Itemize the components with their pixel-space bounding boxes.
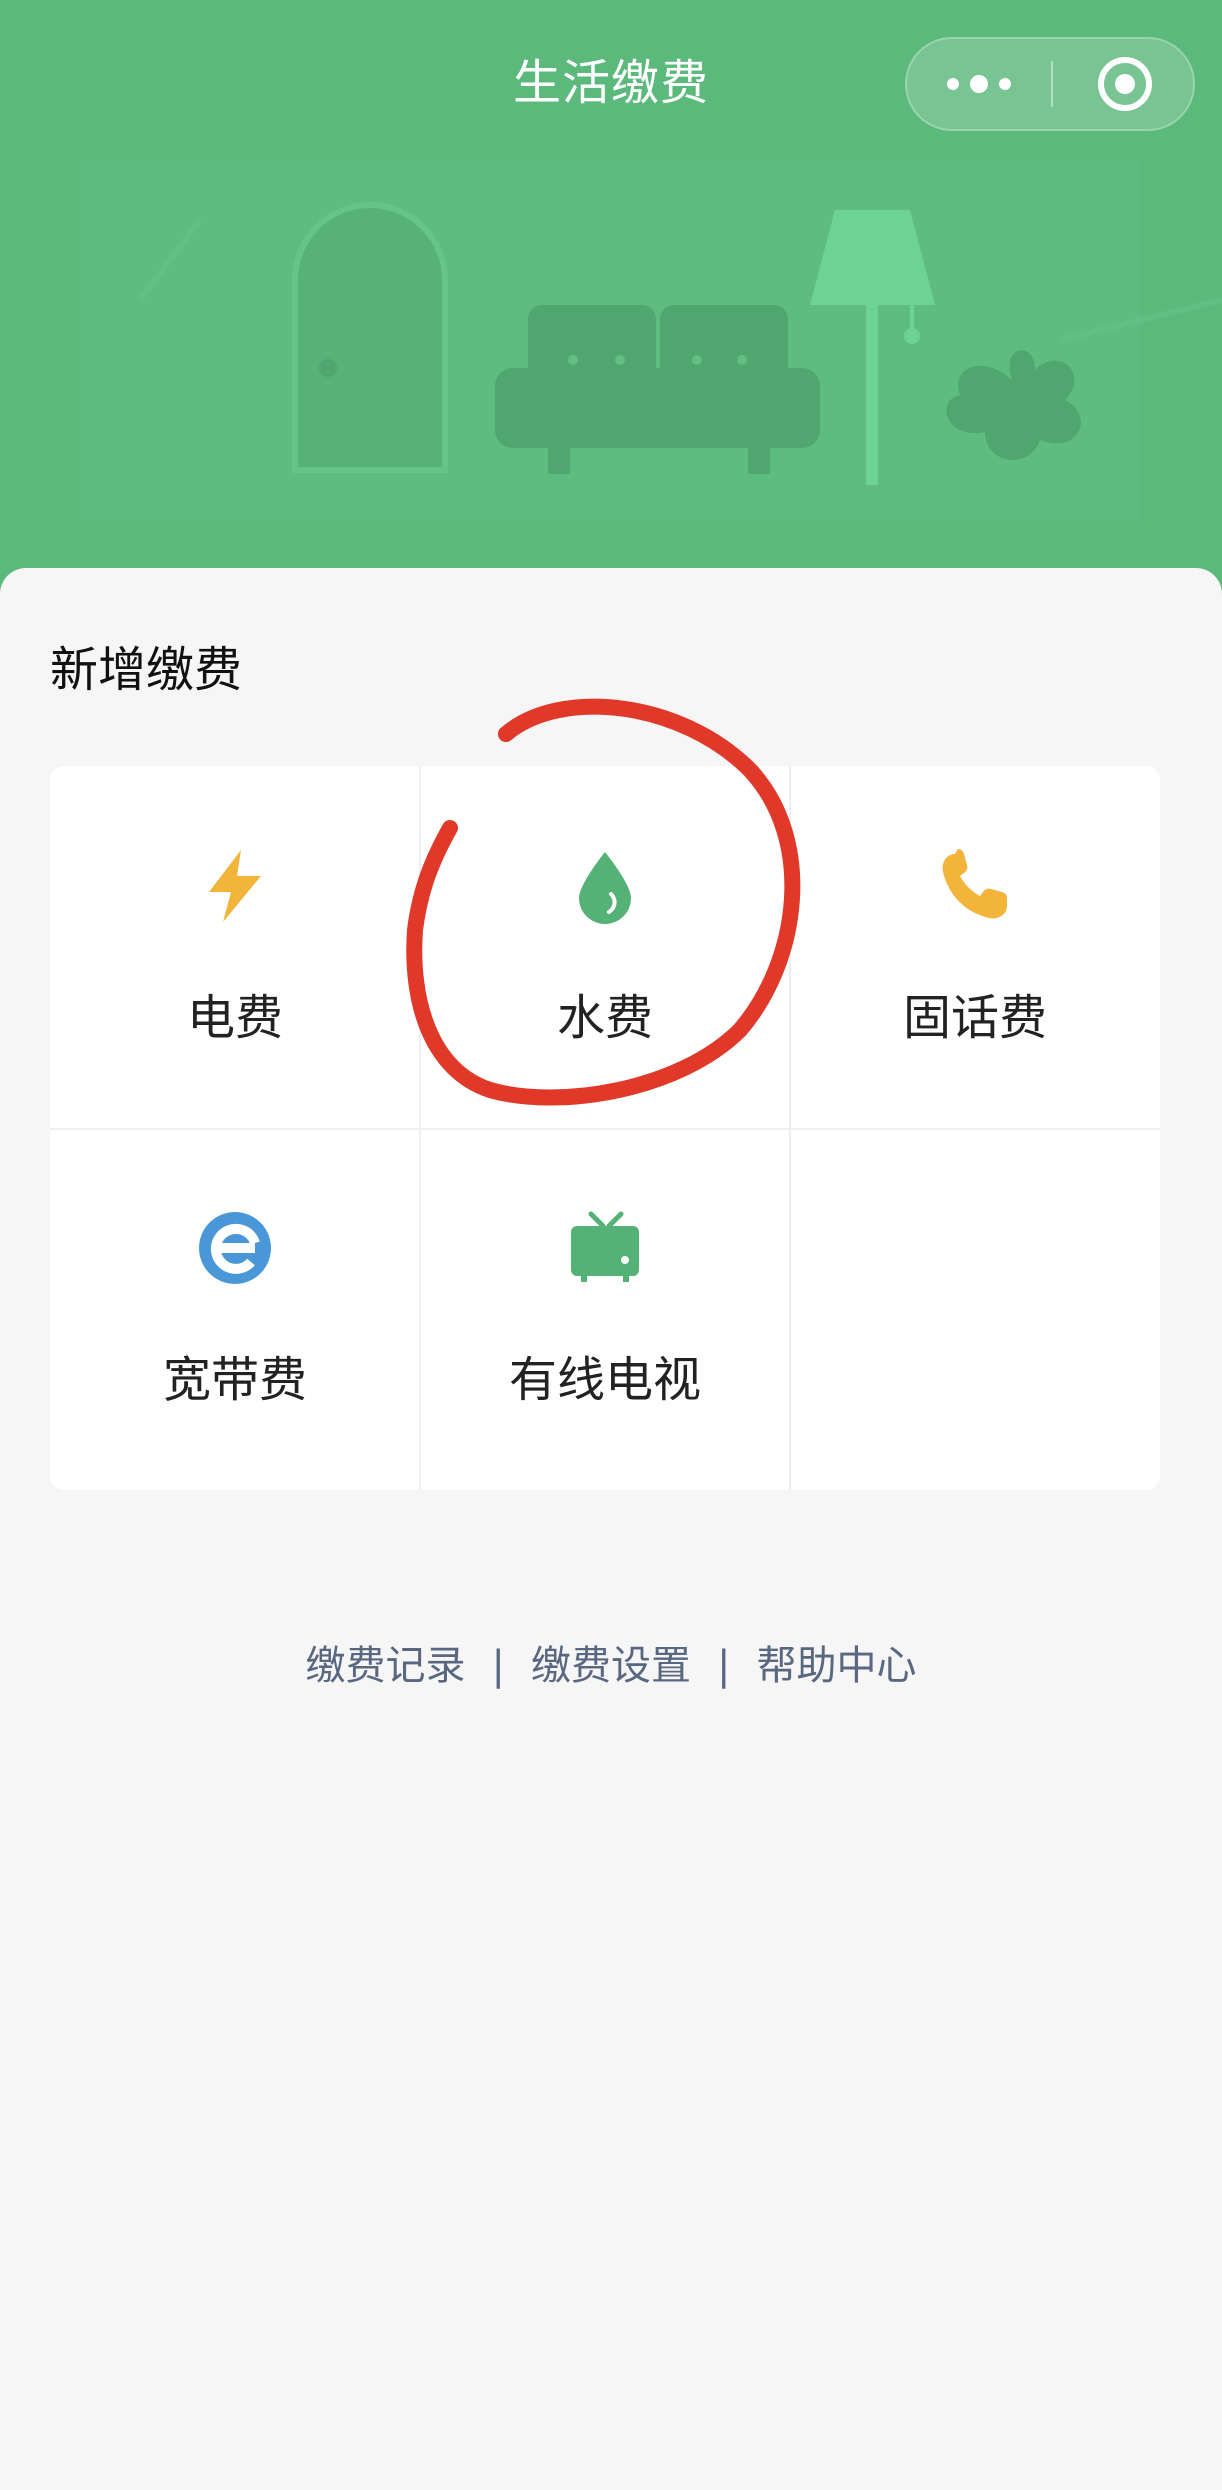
close-button[interactable] xyxy=(1053,39,1193,129)
payment-settings-link[interactable]: 缴费设置 xyxy=(531,1636,691,1696)
more-dots-icon xyxy=(947,75,1011,93)
phone-icon xyxy=(942,849,1007,919)
payment-records-link[interactable]: 缴费记录 xyxy=(306,1636,466,1696)
service-label: 水费 xyxy=(556,990,653,1046)
help-center-link[interactable]: 帮助中心 xyxy=(756,1636,916,1696)
service-grid: 电费 水费 固话费 宽带费 有线电视 xyxy=(50,766,1160,1490)
lightning-icon xyxy=(209,850,261,922)
service-label: 有线电视 xyxy=(508,1352,701,1408)
service-label: 电费 xyxy=(186,990,283,1046)
header-banner: 生活缴费 xyxy=(0,0,1222,600)
more-button[interactable] xyxy=(907,39,1051,129)
section-title: 新增缴费 xyxy=(50,642,243,698)
target-close-icon xyxy=(1098,57,1152,111)
mini-program-capsule xyxy=(905,37,1195,131)
water-drop-icon xyxy=(579,852,631,924)
link-separator: | xyxy=(717,1643,731,1689)
empty-cell xyxy=(790,1128,1160,1490)
footer-links: 缴费记录 | 缴费设置 | 帮助中心 xyxy=(0,1636,1222,1696)
service-cable-tv[interactable]: 有线电视 xyxy=(420,1128,790,1490)
service-water[interactable]: 水费 xyxy=(420,766,790,1128)
tv-icon xyxy=(571,1211,639,1282)
service-label: 宽带费 xyxy=(162,1352,307,1408)
service-broadband[interactable]: 宽带费 xyxy=(50,1128,420,1490)
service-electricity[interactable]: 电费 xyxy=(50,766,420,1128)
link-separator: | xyxy=(491,1643,505,1689)
service-landline[interactable]: 固话费 xyxy=(790,766,1160,1128)
broadband-e-icon xyxy=(199,1212,271,1284)
service-label: 固话费 xyxy=(902,990,1047,1046)
